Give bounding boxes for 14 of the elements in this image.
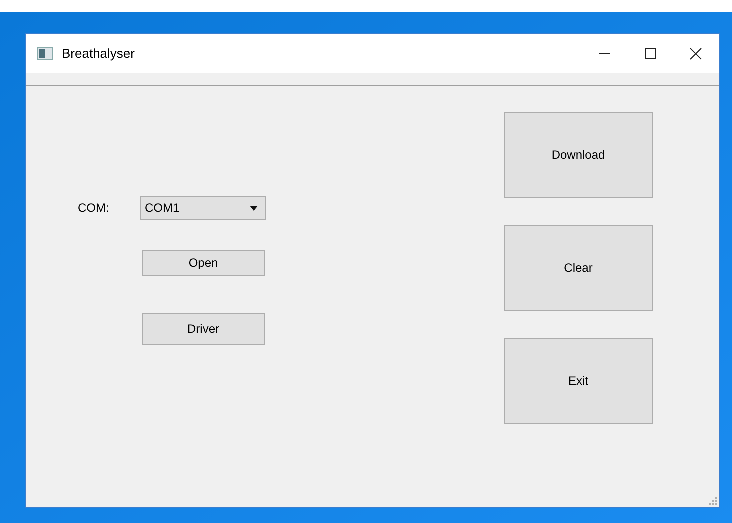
command-button[interactable]: Open (142, 250, 265, 276)
command-button[interactable]: Download (504, 112, 653, 198)
command-button[interactable]: Clear (504, 225, 653, 311)
dropdown-arrow-icon (250, 206, 258, 210)
window-title: Breathalyser (62, 44, 135, 63)
command-button[interactable]: Exit (504, 338, 653, 424)
close-icon (690, 48, 702, 60)
app-icon (37, 47, 53, 60)
com-label: COM: (78, 200, 110, 217)
resize-grip-icon (709, 497, 717, 505)
maximize-icon (644, 48, 656, 59)
port-dropdown[interactable]: COM1 (140, 196, 266, 220)
minimize-icon (598, 52, 610, 54)
command-button[interactable]: Driver (142, 313, 265, 345)
